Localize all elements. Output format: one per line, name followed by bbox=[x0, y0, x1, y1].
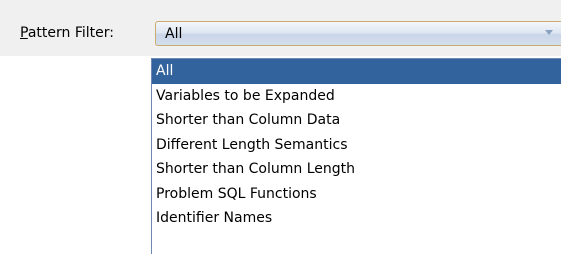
dropdown-option-all[interactable]: All bbox=[152, 59, 561, 84]
dropdown-option-problem-sql-functions[interactable]: Problem SQL Functions bbox=[152, 182, 561, 207]
chevron-down-icon[interactable] bbox=[545, 30, 553, 35]
pattern-filter-combobox[interactable]: All bbox=[155, 21, 561, 46]
pattern-filter-dropdown-list: All Variables to be Expanded Shorter tha… bbox=[151, 58, 561, 254]
dropdown-option-shorter-than-column-data[interactable]: Shorter than Column Data bbox=[152, 108, 561, 133]
dropdown-option-shorter-than-column-length[interactable]: Shorter than Column Length bbox=[152, 157, 561, 182]
pattern-filter-mnemonic: P bbox=[20, 25, 28, 41]
dropdown-option-different-length-semantics[interactable]: Different Length Semantics bbox=[152, 133, 561, 158]
pattern-filter-label-text: attern Filter: bbox=[27, 25, 114, 41]
dropdown-option-variables-to-be-expanded[interactable]: Variables to be Expanded bbox=[152, 84, 561, 109]
dropdown-option-identifier-names[interactable]: Identifier Names bbox=[152, 206, 561, 231]
pattern-filter-label: Pattern Filter: bbox=[20, 24, 114, 42]
filter-toolbar: Pattern Filter: All bbox=[0, 0, 561, 56]
pattern-filter-selected-value: All bbox=[165, 26, 183, 42]
